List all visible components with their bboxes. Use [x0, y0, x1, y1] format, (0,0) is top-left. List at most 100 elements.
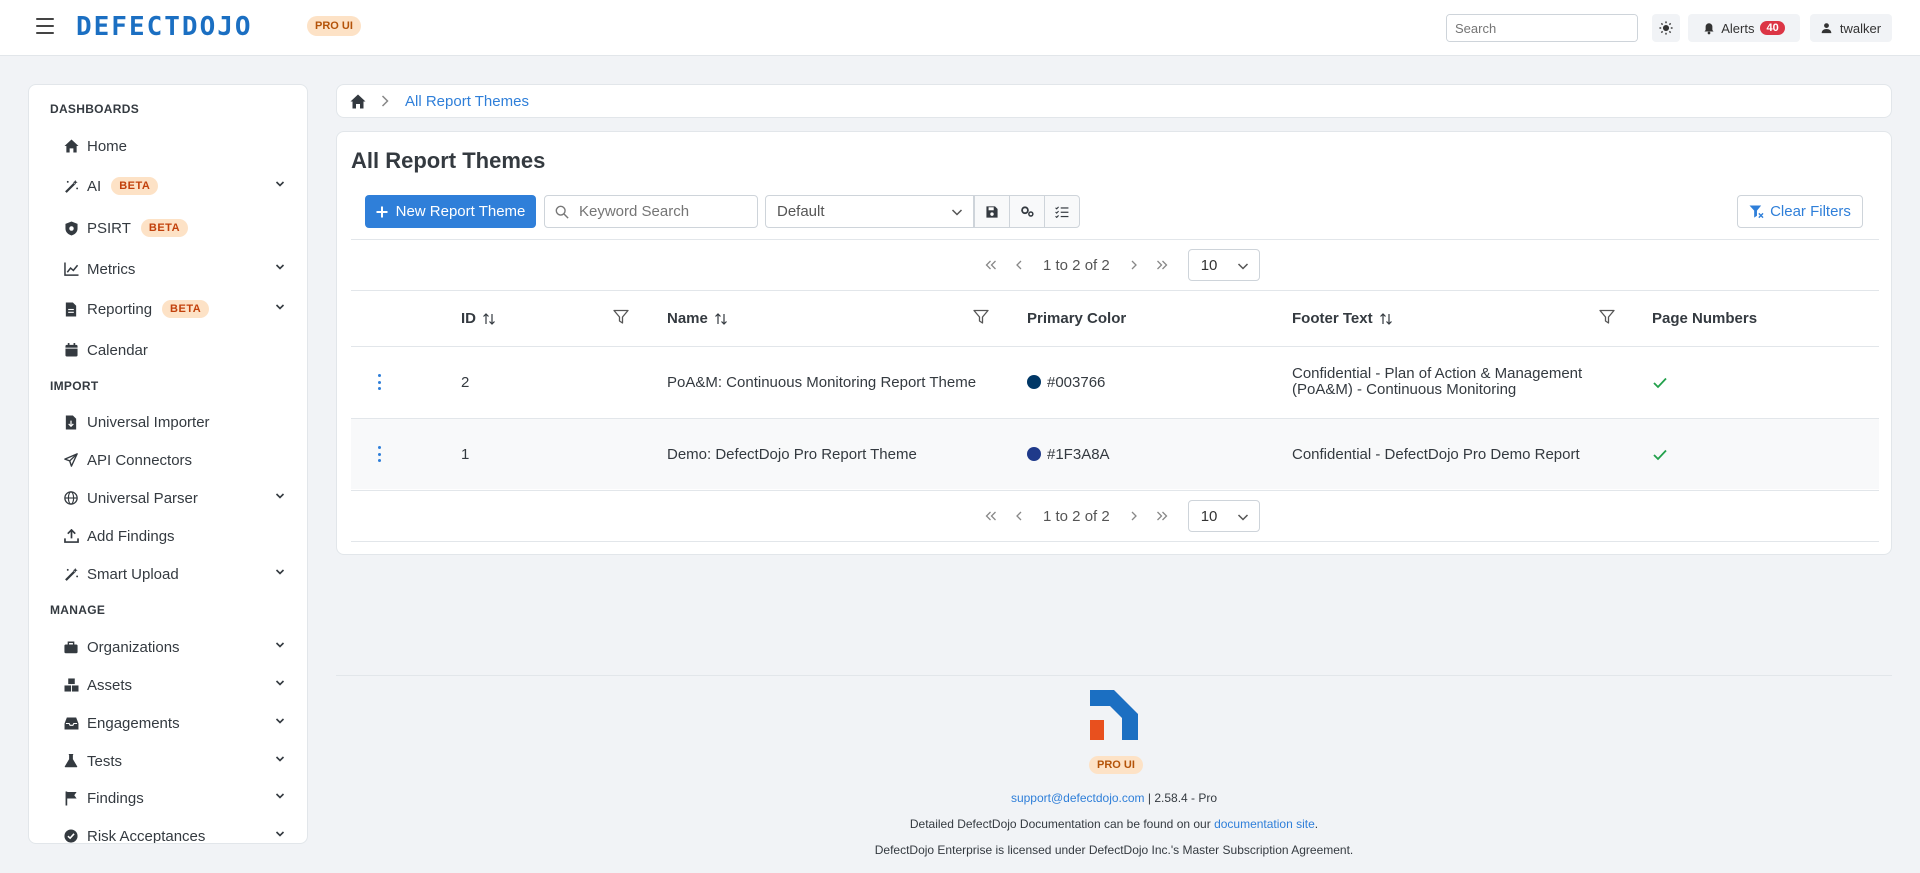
- filter-preset-select[interactable]: Default: [765, 195, 974, 228]
- home-icon: [63, 138, 79, 154]
- paper-plane-icon: [63, 452, 79, 468]
- column-settings-button[interactable]: [1044, 195, 1080, 228]
- column-header-primary-color: Primary Color: [1027, 310, 1127, 327]
- beta-badge: BETA: [140, 219, 189, 237]
- previous-page-icon[interactable]: [1005, 260, 1033, 270]
- filter-icon[interactable]: [973, 309, 989, 325]
- cell-footer-text: Confidential - DefectDojo Pro Demo Repor…: [1292, 446, 1580, 463]
- sidebar-item-smart-upload[interactable]: Smart Upload: [63, 561, 289, 587]
- user-menu-button[interactable]: twalker: [1810, 14, 1892, 42]
- chevron-down-icon[interactable]: [275, 179, 285, 189]
- sidebar-item-reporting[interactable]: Reporting BETA: [63, 296, 289, 322]
- sidebar-item-universal-importer[interactable]: Universal Importer: [63, 409, 289, 435]
- breadcrumb-home-icon[interactable]: [349, 92, 367, 110]
- sidebar-item-universal-parser[interactable]: Universal Parser: [63, 485, 289, 511]
- row-actions-kebab-icon[interactable]: [376, 446, 382, 462]
- filter-icon[interactable]: [613, 309, 629, 325]
- documentation-link[interactable]: documentation site: [1214, 817, 1315, 831]
- support-email-link[interactable]: support@defectdojo.com: [1011, 791, 1145, 805]
- page-size-select[interactable]: 10: [1187, 249, 1260, 281]
- clear-filters-button[interactable]: Clear Filters: [1737, 195, 1863, 228]
- previous-page-icon[interactable]: [1005, 511, 1033, 521]
- chevron-down-icon[interactable]: [275, 716, 285, 726]
- filter-clear-icon: [1749, 204, 1764, 218]
- chevron-down-icon[interactable]: [275, 678, 285, 688]
- sidebar-item-home[interactable]: Home: [63, 133, 289, 159]
- last-page-icon[interactable]: [1148, 511, 1176, 521]
- sidebar-item-ai[interactable]: AI BETA: [63, 173, 289, 199]
- file-import-icon: [63, 414, 79, 430]
- column-header-footer-text[interactable]: Footer Text: [1292, 310, 1393, 327]
- cell-footer-text: Confidential - Plan of Action & Manageme…: [1292, 365, 1583, 398]
- cell-primary-color: #1F3A8A: [1027, 446, 1110, 463]
- sidebar-item-calendar[interactable]: Calendar: [63, 337, 289, 363]
- hamburger-menu-icon[interactable]: [36, 18, 54, 34]
- alerts-button[interactable]: Alerts 40: [1688, 14, 1800, 42]
- sidebar-section-manage: MANAGE: [50, 603, 106, 617]
- chevron-down-icon[interactable]: [275, 491, 285, 501]
- check-icon: [1653, 377, 1667, 389]
- next-page-icon[interactable]: [1120, 511, 1148, 521]
- footer-license-line: DefectDojo Enterprise is licensed under …: [874, 843, 1354, 857]
- sidebar-item-add-findings[interactable]: Add Findings: [63, 523, 289, 549]
- alerts-count-badge: 40: [1760, 21, 1785, 35]
- calendar-icon: [63, 342, 79, 358]
- first-page-icon[interactable]: [977, 511, 1005, 521]
- cell-name[interactable]: PoA&M: Continuous Monitoring Report Them…: [667, 374, 976, 391]
- cubes-icon: [63, 677, 79, 693]
- sidebar-item-psirt[interactable]: PSIRT BETA: [63, 215, 289, 241]
- brand-logo[interactable]: DEFECTDOJO: [76, 12, 253, 42]
- chevron-down-icon[interactable]: [275, 262, 285, 272]
- sort-icon[interactable]: [482, 312, 496, 326]
- chevron-down-icon[interactable]: [275, 754, 285, 764]
- keyword-search-input[interactable]: [579, 203, 749, 220]
- chevron-down-icon[interactable]: [275, 829, 285, 839]
- chevron-down-icon[interactable]: [275, 302, 285, 312]
- chevron-right-icon: [381, 95, 389, 107]
- breadcrumb: All Report Themes: [336, 84, 1892, 118]
- footer-support-line: support@defectdojo.com | 2.58.4 - Pro: [336, 791, 1892, 805]
- global-search-input[interactable]: [1447, 15, 1637, 41]
- first-page-icon[interactable]: [977, 260, 1005, 270]
- sidebar-section-import: IMPORT: [50, 379, 99, 393]
- check-icon: [1653, 449, 1667, 461]
- breadcrumb-current[interactable]: All Report Themes: [405, 93, 529, 110]
- sort-icon[interactable]: [1379, 312, 1393, 326]
- column-header-name[interactable]: Name: [667, 310, 728, 327]
- sidebar-item-organizations[interactable]: Organizations: [63, 634, 289, 660]
- magic-wand-icon: [63, 178, 79, 194]
- sidebar-item-engagements[interactable]: Engagements: [63, 710, 289, 736]
- sidebar-item-metrics[interactable]: Metrics: [63, 256, 289, 282]
- save-icon: [986, 205, 998, 218]
- page-size-select[interactable]: 10: [1187, 500, 1260, 532]
- defectdojo-logo-icon: [1090, 690, 1138, 740]
- last-page-icon[interactable]: [1148, 260, 1176, 270]
- cell-name[interactable]: Demo: DefectDojo Pro Report Theme: [667, 446, 917, 463]
- pagination-range: 1 to 2 of 2: [1043, 507, 1110, 525]
- theme-toggle-button[interactable]: [1652, 14, 1680, 42]
- chevron-down-icon[interactable]: [275, 791, 285, 801]
- pagination-top: 1 to 2 of 2 10: [977, 248, 1417, 282]
- next-page-icon[interactable]: [1120, 260, 1148, 270]
- color-swatch: [1027, 375, 1041, 389]
- pagination-range: 1 to 2 of 2: [1043, 256, 1110, 274]
- chevron-down-icon: [951, 209, 963, 216]
- new-report-theme-button[interactable]: New Report Theme: [365, 195, 536, 228]
- user-icon: [1821, 23, 1832, 34]
- sidebar-item-api-connectors[interactable]: API Connectors: [63, 447, 289, 473]
- filter-icon[interactable]: [1599, 309, 1615, 325]
- column-header-id[interactable]: ID: [461, 310, 496, 327]
- sidebar-item-findings[interactable]: Findings: [63, 785, 289, 811]
- sidebar-item-risk-acceptances[interactable]: Risk Acceptances: [63, 823, 289, 843]
- sort-icon[interactable]: [714, 312, 728, 326]
- sidebar-item-tests[interactable]: Tests: [63, 748, 289, 774]
- gears-icon: [1020, 206, 1034, 217]
- chevron-down-icon[interactable]: [275, 567, 285, 577]
- list-check-icon: [1055, 205, 1069, 218]
- flag-icon: [63, 790, 79, 806]
- manage-presets-button[interactable]: [1009, 195, 1045, 228]
- chevron-down-icon[interactable]: [275, 640, 285, 650]
- sidebar-item-assets[interactable]: Assets: [63, 672, 289, 698]
- save-preset-button[interactable]: [974, 195, 1010, 228]
- row-actions-kebab-icon[interactable]: [376, 374, 382, 390]
